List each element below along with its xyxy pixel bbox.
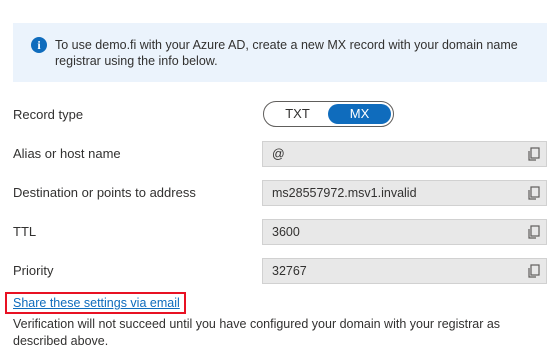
ttl-label: TTL [13,224,37,239]
priority-label: Priority [13,263,54,278]
verification-note: Verification will not succeed until you … [13,317,501,348]
info-message: To use demo.fi with your Azure AD, creat… [55,38,518,68]
record-type-toggle[interactable]: TXT MX [263,101,394,127]
share-link-highlight: Share these settings via email [5,292,186,314]
share-settings-link[interactable]: Share these settings via email [13,296,180,310]
copy-icon[interactable] [527,186,541,200]
destination-label: Destination or points to address [13,185,196,200]
priority-value: 32767 [272,264,307,278]
record-type-label: Record type [13,107,84,122]
copy-icon[interactable] [527,264,541,278]
alias-value: @ [272,147,285,161]
copy-icon[interactable] [527,147,541,161]
destination-field[interactable]: ms28557972.msv1.invalid [262,180,547,206]
info-banner: i To use demo.fi with your Azure AD, cre… [13,23,547,82]
alias-label: Alias or host name [13,146,121,161]
record-type-txt-option[interactable]: TXT [266,104,329,124]
priority-field[interactable]: 32767 [262,258,547,284]
record-type-mx-option[interactable]: MX [328,104,391,124]
alias-field[interactable]: @ [262,141,547,167]
ttl-value: 3600 [272,225,300,239]
copy-icon[interactable] [527,225,541,239]
destination-value: ms28557972.msv1.invalid [272,186,417,200]
info-icon: i [31,37,47,53]
ttl-field[interactable]: 3600 [262,219,547,245]
